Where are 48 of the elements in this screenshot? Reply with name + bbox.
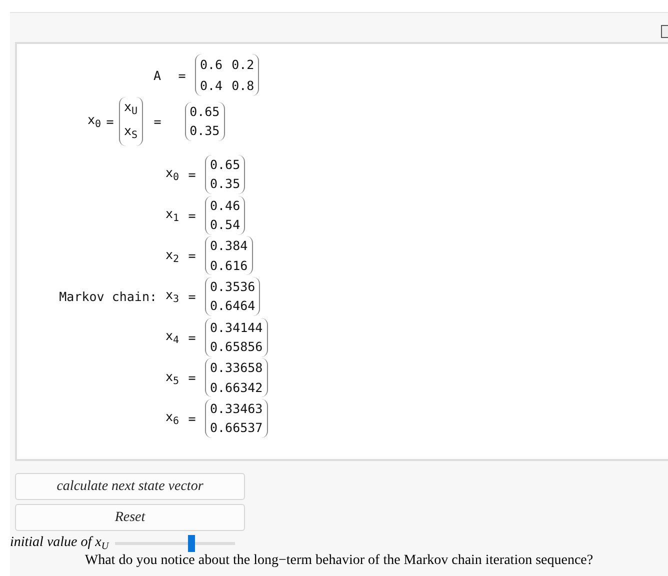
- vector-entry: 0.66342: [210, 378, 263, 397]
- next-state-button[interactable]: calculate next state vector: [15, 473, 245, 500]
- equals-sign: =: [177, 68, 187, 82]
- vector-entry: 0.54: [210, 216, 240, 234]
- vector-name: x$_{0}$: [164, 165, 179, 184]
- equals-sign: =: [187, 370, 197, 386]
- vector-name: x$_{0}$: [86, 112, 101, 130]
- equals-sign: =: [187, 208, 197, 223]
- equals-sign: =: [187, 410, 197, 426]
- reset-button[interactable]: Reset: [15, 504, 245, 531]
- vector-entry: 0.33658: [210, 359, 263, 378]
- window-icon[interactable]: [661, 25, 668, 38]
- equals-sign: =: [187, 288, 197, 304]
- equals-sign: =: [187, 330, 197, 345]
- vector-name: x$_{4}$: [164, 328, 179, 346]
- equals-sign: =: [187, 248, 197, 264]
- equals-sign: =: [187, 166, 197, 182]
- vector-entry: 0.65: [190, 102, 220, 120]
- vector-symbol: x$_{U}$: [124, 98, 138, 118]
- vector-entry: 0.384: [210, 237, 248, 256]
- vector-entry: 0.6464: [210, 297, 256, 316]
- vector-entry: 0.46: [210, 196, 240, 215]
- matrix-entry: 0.2: [232, 56, 254, 74]
- vector-entry: 0.616: [210, 256, 248, 275]
- matrix-name: A: [152, 68, 161, 82]
- chain-label: Markov chain:: [58, 288, 158, 304]
- matrix-entry: 0.6: [200, 56, 223, 74]
- vector-entry: 0.35: [190, 122, 220, 140]
- vector-name: x$_{6}$: [164, 409, 179, 428]
- vector-entry: 0.65: [210, 156, 240, 174]
- vector-entry: 0.65856: [210, 338, 263, 356]
- vector-name: x$_{2}$: [164, 246, 179, 265]
- vector-entry: 0.34144: [210, 318, 263, 337]
- vector-entry: 0.66537: [210, 419, 263, 438]
- matrix-entry: 0.8: [232, 77, 254, 95]
- equals-sign: =: [152, 114, 162, 128]
- vector-entry: 0.3536: [210, 278, 256, 296]
- equals-sign: =: [105, 114, 115, 128]
- vector-symbol: x$_{S}$: [124, 122, 138, 143]
- vector-name: x$_{5}$: [164, 368, 179, 387]
- question-text: What do you notice about the long−term behavior of the Markov chain iteration sequence?: [84, 553, 594, 569]
- vector-entry: 0.33463: [210, 400, 263, 418]
- vector-name: x$_{1}$: [164, 206, 179, 224]
- slider-label: initial value of x$_{U}$: [10, 534, 109, 552]
- matrix-entry: 0.4: [200, 77, 223, 95]
- vector-name: x$_{3}$: [164, 287, 179, 306]
- vector-entry: 0.35: [210, 175, 240, 194]
- slider-thumb[interactable]: [188, 534, 196, 552]
